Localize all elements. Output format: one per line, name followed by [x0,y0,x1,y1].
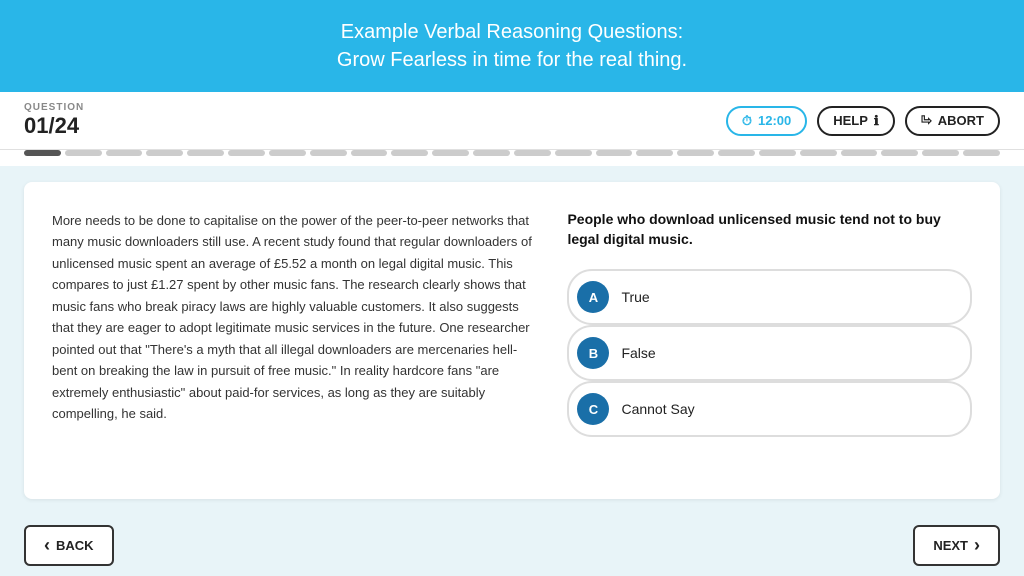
question-number: 01/24 [24,113,84,139]
help-label: HELP [833,113,868,128]
progress-segment-11 [432,150,469,156]
progress-segment-14 [555,150,592,156]
info-icon [874,113,879,129]
toolbar: QUESTION 01/24 12:00 HELP ABORT [0,92,1024,150]
option-circle-c: C [577,393,609,425]
clock-icon [742,113,752,129]
progress-segment-12 [473,150,510,156]
question-side: People who download unlicensed music ten… [567,210,972,471]
next-button[interactable]: NEXT [913,525,1000,566]
progress-segment-7 [269,150,306,156]
back-button[interactable]: BACK [24,525,114,566]
timer-value: 12:00 [758,113,791,128]
chevron-left-icon [44,535,50,556]
option-b[interactable]: B False [567,325,972,381]
progress-segment-23 [922,150,959,156]
option-a[interactable]: A True [567,269,972,325]
progress-segment-6 [228,150,265,156]
progress-segment-21 [841,150,878,156]
option-circle-b: B [577,337,609,369]
question-text: People who download unlicensed music ten… [567,210,972,249]
options-container: A True B False C Cannot Say [567,269,972,437]
progress-segment-22 [881,150,918,156]
option-c[interactable]: C Cannot Say [567,381,972,437]
abort-label: ABORT [938,113,984,128]
option-label-a: True [621,289,649,305]
question-card: More needs to be done to capitalise on t… [24,182,1000,499]
back-label: BACK [56,538,94,553]
page-header: Example Verbal Reasoning Questions: Grow… [0,0,1024,92]
progress-segment-2 [65,150,102,156]
progress-segment-13 [514,150,551,156]
progress-segment-24 [963,150,1000,156]
next-label: NEXT [933,538,968,553]
progress-segment-4 [146,150,183,156]
progress-segment-5 [187,150,224,156]
progress-segment-9 [351,150,388,156]
progress-segment-15 [596,150,633,156]
progress-segment-16 [636,150,673,156]
progress-segment-3 [106,150,143,156]
main-content: More needs to be done to capitalise on t… [0,166,1024,515]
option-label-c: Cannot Say [621,401,694,417]
progress-segment-10 [391,150,428,156]
chevron-right-icon [974,535,980,556]
option-label-b: False [621,345,655,361]
question-counter: QUESTION 01/24 [24,102,84,139]
progress-segment-18 [718,150,755,156]
abort-button[interactable]: ABORT [905,106,1000,136]
progress-segment-19 [759,150,796,156]
toolbar-actions: 12:00 HELP ABORT [726,106,1000,136]
help-button[interactable]: HELP [817,106,895,136]
header-title: Example Verbal Reasoning Questions: Grow… [20,18,1004,74]
progress-segment-8 [310,150,347,156]
passage-text: More needs to be done to capitalise on t… [52,210,537,471]
timer-button[interactable]: 12:00 [726,106,807,136]
progress-bar [0,150,1024,166]
option-circle-a: A [577,281,609,313]
progress-segment-20 [800,150,837,156]
footer: BACK NEXT [0,515,1024,576]
abort-icon [921,113,932,129]
question-label-text: QUESTION [24,102,84,113]
progress-segment-1 [24,150,61,156]
progress-segment-17 [677,150,714,156]
